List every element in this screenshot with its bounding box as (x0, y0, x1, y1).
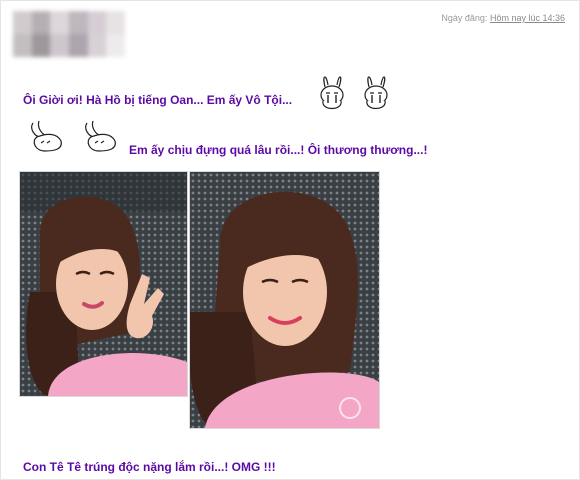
author-avatar[interactable] (13, 11, 125, 57)
crying-bunny-icon (364, 76, 388, 110)
bowing-bunny-icon (85, 120, 116, 152)
post-date-label: Ngày đăng: (441, 13, 488, 23)
crying-bunny-icon (320, 76, 344, 110)
post-text-line-3: Con Tê Tê trúng độc nặng lắm rồi...! OMG… (23, 460, 276, 474)
post-date-link[interactable]: Hôm nay lúc 14:36 (490, 13, 565, 23)
post-date: Ngày đăng: Hôm nay lúc 14:36 (441, 13, 565, 23)
post-text-line-1: Ôi Giời ơi! Hà Hồ bị tiếng Oan... Em ấy … (23, 93, 293, 107)
bowing-bunny-icon (31, 120, 62, 152)
post-card: Ngày đăng: Hôm nay lúc 14:36 Ôi Giời ơi!… (0, 0, 580, 480)
post-text-line-2: Em ấy chịu đựng quá lâu rồi...! Ôi thươn… (129, 143, 428, 157)
selfie-photo-1[interactable] (19, 171, 188, 397)
selfie-photo-2[interactable] (189, 171, 380, 429)
